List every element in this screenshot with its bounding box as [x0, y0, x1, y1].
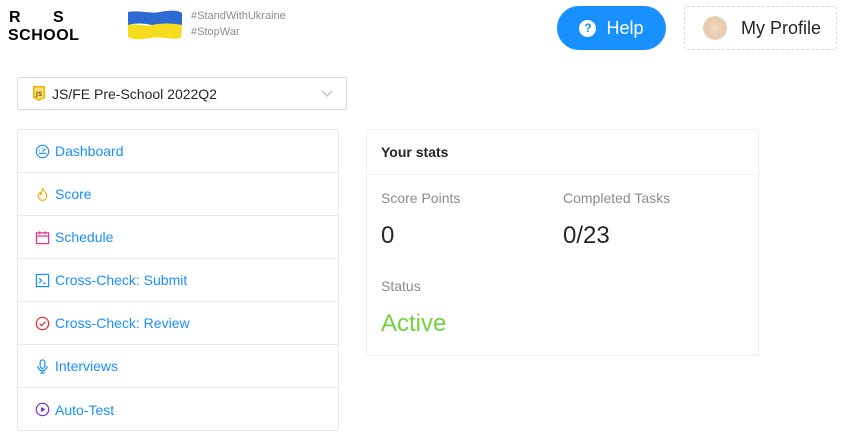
nav-item-label: Cross-Check: Submit [55, 272, 188, 288]
svg-text:JS: JS [35, 91, 43, 98]
hashtags: #StandWithUkraine #StopWar [191, 8, 286, 40]
nav-item-label: Dashboard [55, 143, 124, 159]
status-label: Status [381, 278, 421, 294]
nav-item-score[interactable]: Score [18, 173, 338, 216]
score-points-label: Score Points [381, 190, 461, 206]
nav-item-interviews[interactable]: Interviews [18, 345, 338, 388]
sidebar-menu: Dashboard Score Schedule Cross-Check: Su… [17, 129, 339, 431]
question-circle-icon: ? [579, 19, 597, 37]
stats-card-title: Your stats [367, 130, 758, 175]
course-select-value: JS/FE Pre-School 2022Q2 [52, 85, 217, 102]
nav-item-label: Cross-Check: Review [55, 315, 190, 331]
nav-item-schedule[interactable]: Schedule [18, 216, 338, 259]
nav-item-dashboard[interactable]: Dashboard [18, 130, 338, 173]
status-stat: Status Active [381, 278, 446, 338]
nav-item-cross-check-submit[interactable]: Cross-Check: Submit [18, 259, 338, 302]
audio-icon [35, 358, 50, 374]
logo-letter-s: S [53, 9, 64, 26]
status-value: Active [381, 310, 447, 337]
completed-tasks-label: Completed Tasks [563, 190, 671, 206]
nav-item-label: Schedule [55, 229, 114, 245]
my-profile-label: My Profile [741, 17, 822, 38]
logo-line-2: SCHOOL [8, 27, 80, 44]
calendar-icon [35, 230, 50, 245]
nav-item-cross-check-review[interactable]: Cross-Check: Review [18, 302, 338, 345]
hashtag-stand-with-ukraine: #StandWithUkraine [191, 10, 286, 22]
completed-tasks-stat: Completed Tasks 0/23 [563, 190, 670, 250]
logo-letter-r: R [9, 9, 21, 26]
course-select[interactable]: JS JS/FE Pre-School 2022Q2 [17, 77, 347, 110]
fire-icon [35, 187, 50, 202]
nav-item-label: Interviews [55, 358, 119, 374]
hashtag-stop-war: #StopWar [191, 26, 240, 38]
code-icon [35, 273, 50, 288]
help-button-label: Help [606, 17, 644, 38]
nav-item-label: Auto-Test [55, 401, 115, 418]
chevron-down-icon [321, 90, 333, 97]
avatar [703, 16, 727, 40]
help-button[interactable]: ? Help [557, 6, 666, 50]
ukraine-flag-icon [128, 10, 182, 40]
dashboard-icon [35, 144, 50, 159]
completed-tasks-value: 0/23 [563, 222, 610, 249]
nav-item-auto-test[interactable]: Auto-Test [18, 388, 338, 431]
check-circle-icon [35, 316, 50, 331]
score-points-stat: Score Points 0 [381, 190, 460, 250]
nav-item-label: Score [55, 186, 92, 202]
stats-card: Your stats Score Points 0 Completed Task… [366, 129, 759, 356]
javascript-icon: JS [33, 86, 45, 101]
my-profile-button[interactable]: My Profile [684, 6, 837, 50]
rs-school-logo[interactable]: R S SCHOOL [8, 10, 104, 46]
play-circle-icon [35, 402, 50, 417]
score-points-value: 0 [381, 222, 395, 249]
